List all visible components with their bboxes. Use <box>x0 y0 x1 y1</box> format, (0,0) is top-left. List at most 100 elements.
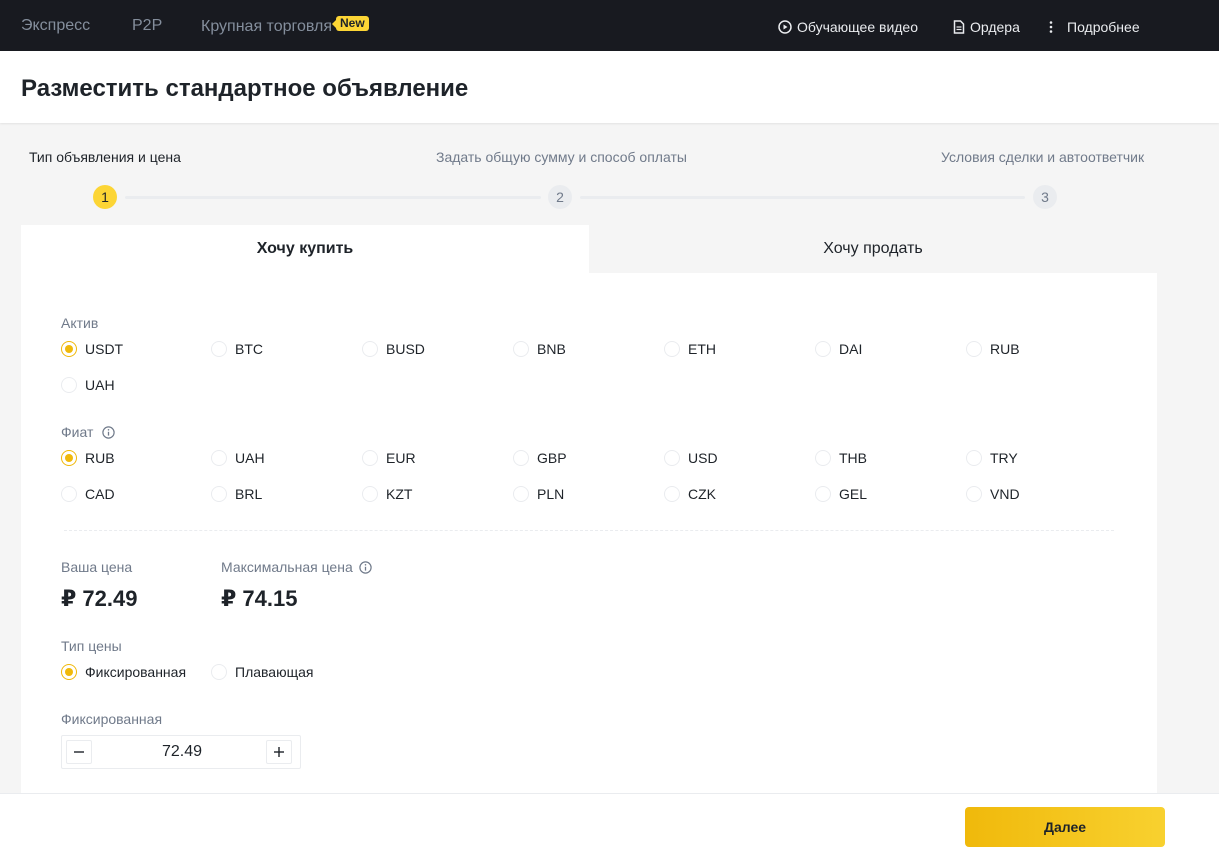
fiat-option-label: USD <box>688 450 718 466</box>
radio-checked-icon <box>61 450 77 466</box>
asset-option-label: UAH <box>85 377 115 393</box>
fiat-radio-vnd[interactable]: VND <box>966 484 1020 504</box>
radio-checked-icon <box>61 664 77 680</box>
asset-radio-busd[interactable]: BUSD <box>362 339 425 359</box>
price-type-floating-label: Плавающая <box>235 664 314 680</box>
radio-unchecked-icon <box>513 486 529 502</box>
your-price-value: ₽ 72.49 <box>61 586 138 611</box>
radio-unchecked-icon <box>664 341 680 357</box>
minus-icon <box>74 751 84 753</box>
fiat-radio-brl[interactable]: BRL <box>211 484 262 504</box>
fiat-radio-gel[interactable]: GEL <box>815 484 867 504</box>
asset-radio-bnb[interactable]: BNB <box>513 339 566 359</box>
fiat-radio-uah[interactable]: UAH <box>211 448 265 468</box>
fiat-radio-thb[interactable]: THB <box>815 448 867 468</box>
new-badge: New <box>332 16 369 31</box>
asset-radio-rub[interactable]: RUB <box>966 339 1020 359</box>
tab-sell[interactable]: Хочу продать <box>589 225 1157 273</box>
document-icon <box>953 20 965 34</box>
max-price-label-text: Максимальная цена <box>221 559 353 575</box>
orders-link[interactable]: Ордера <box>953 17 1020 37</box>
decrement-button[interactable] <box>66 740 92 764</box>
more-menu[interactable]: Подробнее <box>1046 17 1140 37</box>
fiat-option-label: UAH <box>235 450 265 466</box>
fixed-price-label: Фиксированная <box>61 711 163 727</box>
radio-unchecked-icon <box>966 341 982 357</box>
max-price-value: ₽ 74.15 <box>221 586 298 611</box>
radio-unchecked-icon <box>211 664 227 680</box>
radio-unchecked-icon <box>211 450 227 466</box>
asset-label: Актив <box>61 315 99 331</box>
fiat-radio-kzt[interactable]: KZT <box>362 484 412 504</box>
fiat-option-label: EUR <box>386 450 416 466</box>
asset-radio-usdt[interactable]: USDT <box>61 339 123 359</box>
fiat-option-label: CZK <box>688 486 716 502</box>
fiat-radio-cad[interactable]: CAD <box>61 484 115 504</box>
price-type-fixed-label: Фиксированная <box>85 664 187 680</box>
price-type-floating-radio[interactable]: Плавающая <box>211 662 313 682</box>
asset-option-label: BNB <box>537 341 566 357</box>
more-label: Подробнее <box>1067 19 1140 35</box>
price-type-label: Тип цены <box>61 638 122 654</box>
radio-unchecked-icon <box>966 486 982 502</box>
step-connector-2 <box>580 196 1025 199</box>
nav-p2p[interactable]: P2P <box>132 16 162 36</box>
radio-unchecked-icon <box>664 486 680 502</box>
tutorial-video-link[interactable]: Обучающее видео <box>778 17 918 37</box>
radio-unchecked-icon <box>61 486 77 502</box>
radio-unchecked-icon <box>61 377 77 393</box>
asset-option-label: DAI <box>839 341 863 357</box>
radio-unchecked-icon <box>815 341 831 357</box>
play-circle-icon <box>778 20 792 34</box>
asset-radio-dai[interactable]: DAI <box>815 339 862 359</box>
radio-unchecked-icon <box>815 450 831 466</box>
asset-radio-eth[interactable]: ETH <box>664 339 716 359</box>
nav-block-trade-label: Крупная торговля <box>201 18 333 35</box>
fiat-option-label: RUB <box>85 450 115 466</box>
ad-form-card: Хочу купить Хочу продать Актив Фиат Ваша… <box>21 225 1157 805</box>
asset-radio-uah[interactable]: UAH <box>61 375 115 395</box>
nav-express[interactable]: Экспресс <box>21 16 90 36</box>
bottom-action-bar: Далее <box>0 793 1219 849</box>
top-navigation: Экспресс P2P Крупная торговля New Обучающ… <box>0 0 1219 51</box>
fiat-radio-rub[interactable]: RUB <box>61 448 115 468</box>
radio-unchecked-icon <box>211 341 227 357</box>
info-icon[interactable] <box>358 561 372 574</box>
fiat-option-label: CAD <box>85 486 115 502</box>
increment-button[interactable] <box>266 740 292 764</box>
radio-unchecked-icon <box>362 486 378 502</box>
fiat-radio-pln[interactable]: PLN <box>513 484 564 504</box>
fiat-radio-gbp[interactable]: GBP <box>513 448 567 468</box>
fiat-option-label: THB <box>839 450 867 466</box>
fiat-label-text: Фиат <box>61 424 94 440</box>
fiat-option-label: GBP <box>537 450 567 466</box>
fiat-radio-usd[interactable]: USD <box>664 448 718 468</box>
step-1-label: Тип объявления и цена <box>29 149 181 165</box>
nav-block-trade[interactable]: Крупная торговля New <box>201 16 369 37</box>
next-button[interactable]: Далее <box>965 807 1165 847</box>
asset-option-label: ETH <box>688 341 716 357</box>
asset-option-label: BUSD <box>386 341 425 357</box>
your-price-label: Ваша цена <box>61 559 133 575</box>
fiat-radio-eur[interactable]: EUR <box>362 448 416 468</box>
info-icon[interactable] <box>102 426 115 439</box>
price-type-fixed-radio[interactable]: Фиксированная <box>61 662 186 682</box>
orders-label: Ордера <box>970 19 1020 35</box>
fiat-radio-try[interactable]: TRY <box>966 448 1018 468</box>
radio-checked-icon <box>61 341 77 357</box>
more-vertical-icon <box>1049 21 1053 33</box>
fixed-price-input[interactable] <box>102 736 262 768</box>
step-2-label: Задать общую сумму и способ оплаты <box>436 149 687 165</box>
fiat-option-label: PLN <box>537 486 565 502</box>
fiat-option-label: TRY <box>990 450 1018 466</box>
asset-option-label: RUB <box>990 341 1020 357</box>
asset-radio-btc[interactable]: BTC <box>211 339 263 359</box>
fiat-radio-czk[interactable]: CZK <box>664 484 716 504</box>
radio-unchecked-icon <box>513 450 529 466</box>
tab-buy[interactable]: Хочу купить <box>21 225 589 273</box>
fiat-label: Фиат <box>61 424 115 440</box>
fiat-option-label: VND <box>990 486 1020 502</box>
fiat-option-label: GEL <box>839 486 868 502</box>
radio-unchecked-icon <box>513 341 529 357</box>
tutorial-video-label: Обучающее видео <box>797 19 919 35</box>
